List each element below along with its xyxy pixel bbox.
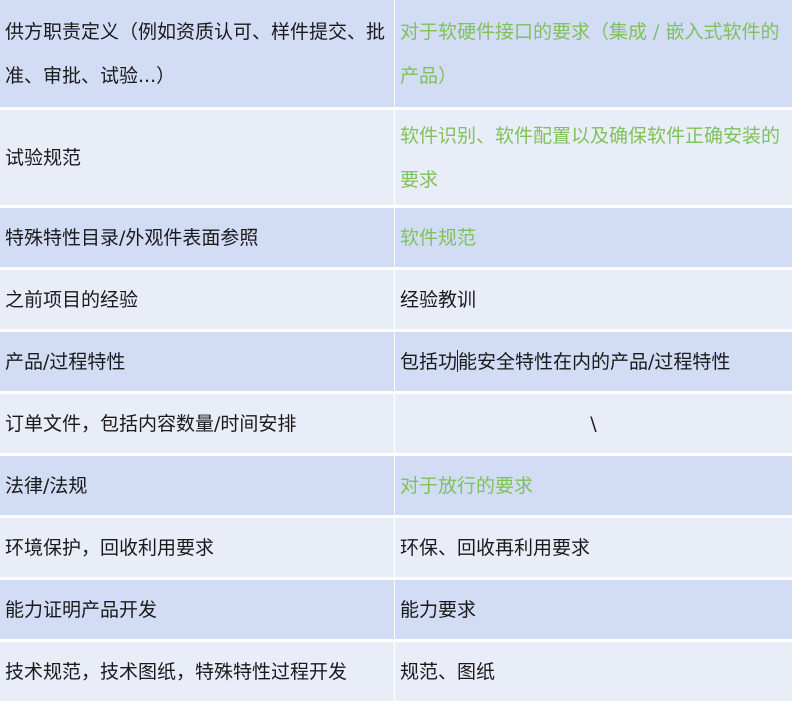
table-row: 之前项目的经验 经验教训 [0,270,793,332]
cell-left: 特殊特性目录/外观件表面参照 [0,208,395,270]
cell-left: 技术规范，技术图纸，特殊特性过程开发 [0,642,395,704]
cell-right-text-a: 包括功 [400,350,458,373]
cell-right: 对于放行的要求 [395,456,793,518]
requirements-table: 供方职责定义（例如资质认可、样件提交、批准、审批、试验...） 对于软硬件接口的… [0,0,793,704]
table-row: 技术规范，技术图纸，特殊特性过程开发 规范、图纸 [0,642,793,704]
cell-left: 供方职责定义（例如资质认可、样件提交、批准、审批、试验...） [0,0,395,110]
table-row: 供方职责定义（例如资质认可、样件提交、批准、审批、试验...） 对于软硬件接口的… [0,0,793,110]
cell-right: 环保、回收再利用要求 [395,518,793,580]
cell-left: 订单文件，包括内容数量/时间安排 [0,394,395,456]
cell-right: 软件规范 [395,208,793,270]
table-row: 能力证明产品开发 能力要求 [0,580,793,642]
table-row: 环境保护，回收利用要求 环保、回收再利用要求 [0,518,793,580]
cell-left: 法律/法规 [0,456,395,518]
cell-left: 试验规范 [0,110,395,208]
table-row: 产品/过程特性 包括功能安全特性在内的产品/过程特性 [0,332,793,394]
cell-left: 产品/过程特性 [0,332,395,394]
cell-right: 对于软硬件接口的要求（集成 / 嵌入式软件的产品） [395,0,793,110]
cell-left: 之前项目的经验 [0,270,395,332]
cell-right: 软件识别、软件配置以及确保软件正确安装的要求 [395,110,793,208]
table-row: 订单文件，包括内容数量/时间安排 \ [0,394,793,456]
cell-right[interactable]: 包括功能安全特性在内的产品/过程特性 [395,332,793,394]
cell-right-text-b: 能安全特性在内的产品/过程特性 [458,350,731,373]
table-row: 特殊特性目录/外观件表面参照 软件规范 [0,208,793,270]
cell-left: 环境保护，回收利用要求 [0,518,395,580]
cell-right: 规范、图纸 [395,642,793,704]
table-row: 试验规范 软件识别、软件配置以及确保软件正确安装的要求 [0,110,793,208]
cell-right: 能力要求 [395,580,793,642]
cell-left: 能力证明产品开发 [0,580,395,642]
cell-right: \ [395,394,793,456]
table-row: 法律/法规 对于放行的要求 [0,456,793,518]
cell-right: 经验教训 [395,270,793,332]
